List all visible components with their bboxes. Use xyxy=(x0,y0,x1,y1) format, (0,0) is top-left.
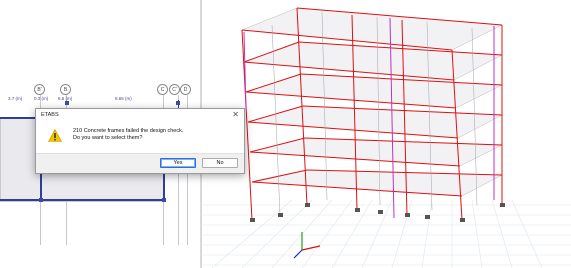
grid-bubble[interactable]: B xyxy=(60,84,71,95)
dialog-titlebar[interactable]: ETABS ✕ xyxy=(36,109,244,122)
no-button[interactable]: No xyxy=(202,158,238,168)
yes-button[interactable]: Yes xyxy=(160,158,196,168)
dimension-label: 8.65 (m) xyxy=(115,96,132,101)
dialog-body: 210 Concrete frames failed the design ch… xyxy=(36,122,244,156)
model-canvas xyxy=(202,7,571,268)
dimension-label: 6.5 (m) xyxy=(58,96,73,101)
model-3d-view[interactable] xyxy=(202,0,571,268)
column-marker xyxy=(65,101,69,105)
dialog-title: ETABS xyxy=(41,112,59,118)
column-marker xyxy=(162,198,166,202)
grid-bubble[interactable]: B' xyxy=(34,84,45,95)
dialog-message-line: 210 Concrete frames failed the design ch… xyxy=(73,128,184,134)
etabs-message-dialog: ETABS ✕ 210 Concrete frames failed the d… xyxy=(35,108,245,174)
warning-icon xyxy=(48,129,62,142)
column-marker xyxy=(176,101,180,105)
close-button[interactable]: ✕ xyxy=(232,110,239,120)
ground-grid xyxy=(202,199,571,268)
grid-bubble[interactable]: C' xyxy=(169,84,180,95)
dialog-message: 210 Concrete frames failed the design ch… xyxy=(73,128,183,142)
dimension-label: 0.3 (m) xyxy=(34,96,49,101)
dialog-footer: Yes No xyxy=(36,153,244,173)
grid-bubble[interactable]: C xyxy=(157,84,168,95)
column-marker xyxy=(39,198,43,202)
grid-bubble[interactable]: D xyxy=(180,84,191,95)
dimension-label: 3.7 (m) xyxy=(8,96,23,101)
beam xyxy=(0,199,163,201)
dialog-message-line: Do you want to select them? xyxy=(73,135,143,141)
supports xyxy=(250,203,505,222)
